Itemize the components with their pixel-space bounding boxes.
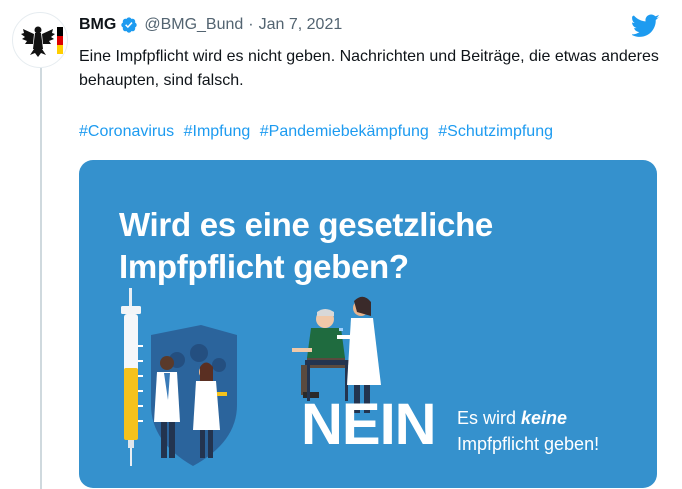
verified-badge-icon xyxy=(120,16,138,34)
answer-emphasis: keine xyxy=(521,408,568,428)
media-headline: Wird es eine gesetzliche Impfpflicht geb… xyxy=(119,204,493,288)
answer-line-2: Impfpflicht geben! xyxy=(457,434,600,454)
answer-text: Es wird keine Impfpflicht geben! xyxy=(457,405,599,457)
twitter-bird-icon xyxy=(630,14,660,43)
answer-prefix: Es wird xyxy=(457,408,522,428)
hashtag-coronavirus[interactable]: #Coronavirus xyxy=(79,123,174,140)
author-name[interactable]: BMG xyxy=(79,16,116,34)
avatar[interactable] xyxy=(12,12,68,68)
answer-nein: NEIN xyxy=(301,392,437,457)
headline-line-2: Impfpflicht geben? xyxy=(119,248,409,285)
answer-line-1: Es wird keine xyxy=(457,405,599,431)
hashtag-list: #Coronavirus #Impfung #Pandemiebekämpfun… xyxy=(79,120,558,144)
syringe-icon xyxy=(121,288,143,466)
separator-dot: · xyxy=(248,16,254,33)
author-handle[interactable]: @BMG_Bund xyxy=(144,16,243,34)
tweet-date[interactable]: Jan 7, 2021 xyxy=(259,16,343,34)
hashtag-impfung[interactable]: #Impfung xyxy=(184,123,251,140)
headline-line-1: Wird es eine gesetzliche xyxy=(119,206,493,243)
media-card[interactable]: Wird es eine gesetzliche Impfpflicht geb… xyxy=(79,160,657,488)
thread-line xyxy=(40,68,42,489)
tweet-header: BMG @BMG_Bund · Jan 7, 2021 xyxy=(79,14,342,36)
hashtag-pandemiebekaempfung[interactable]: #Pandemiebekämpfung xyxy=(260,123,429,140)
hashtag-schutzimpfung[interactable]: #Schutzimpfung xyxy=(438,123,553,140)
patient-figure xyxy=(292,309,349,401)
federal-eagle-icon xyxy=(21,26,63,57)
tweet-text: Eine Impfpflicht wird es nicht geben. Na… xyxy=(79,48,659,89)
